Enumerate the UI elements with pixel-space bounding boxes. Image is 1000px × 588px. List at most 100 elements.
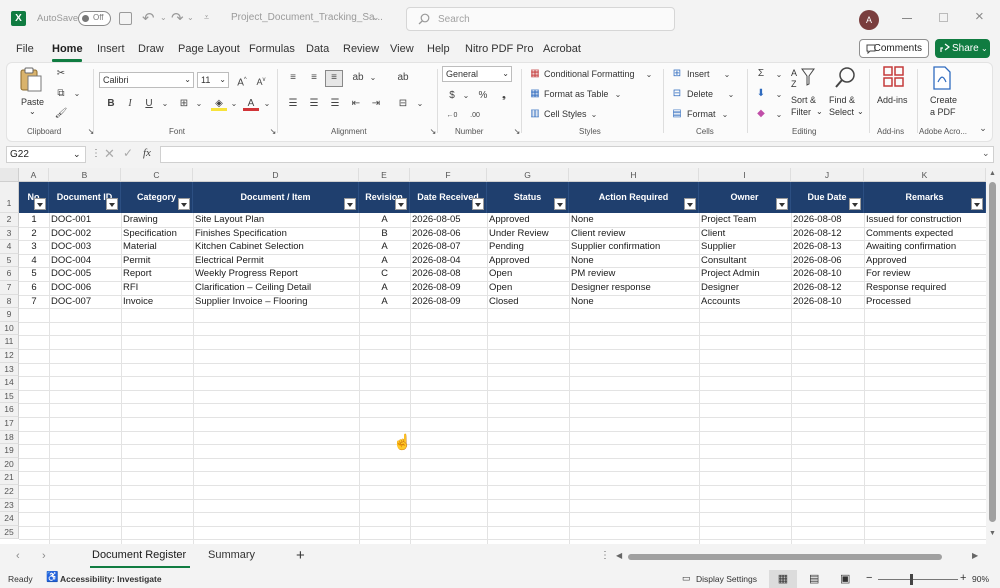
decrease-font-icon[interactable]: Av — [253, 73, 269, 87]
table-cell[interactable]: Drawing — [123, 213, 191, 227]
table-cell[interactable]: 2026-08-04 — [412, 254, 485, 268]
wrap-text-icon[interactable]: ab — [395, 71, 411, 85]
table-cell[interactable]: Project Admin — [701, 267, 789, 281]
tab-file[interactable]: File — [16, 43, 34, 55]
display-settings-button[interactable]: Display Settings — [696, 574, 757, 584]
fill-icon[interactable]: ⬇ — [753, 87, 769, 101]
sheet-tab-summary[interactable]: Summary — [208, 549, 255, 561]
table-cell[interactable]: Designer response — [571, 281, 697, 295]
underline-dropdown-icon[interactable]: ⌄ — [157, 97, 173, 111]
table-cell[interactable]: A — [361, 213, 408, 227]
insert-cells-button[interactable]: Insert — [687, 69, 710, 79]
increase-decimal-icon[interactable]: ←0 — [444, 109, 460, 123]
filter-dropdown-icon[interactable] — [776, 198, 788, 210]
table-cell[interactable]: B — [361, 227, 408, 241]
fill-color-icon[interactable]: ◈ — [211, 97, 227, 111]
find-select-button[interactable]: Find & Select ⌄ — [827, 65, 865, 121]
autosum-icon[interactable]: Σ — [753, 67, 769, 81]
name-box-dropdown-icon[interactable]: ⌄ — [73, 147, 81, 162]
undo-dropdown-icon[interactable]: ⌄ — [160, 13, 167, 22]
row-header[interactable]: 4 — [0, 240, 19, 254]
paste-button[interactable]: Paste ⌄ — [19, 67, 47, 119]
table-cell[interactable]: 2026-08-05 — [412, 213, 485, 227]
table-cell[interactable]: For review — [866, 267, 984, 281]
table-cell[interactable]: A — [361, 254, 408, 268]
row-header[interactable]: 19 — [0, 444, 19, 458]
paste-dropdown-icon[interactable]: ⌄ — [29, 107, 36, 116]
table-cell[interactable]: Accounts — [701, 295, 789, 309]
copy-icon[interactable]: ⧉ — [53, 87, 69, 101]
table-cell[interactable]: 3 — [21, 240, 47, 254]
table-cell[interactable]: DOC-006 — [51, 281, 119, 295]
table-cell[interactable]: Pending — [489, 240, 567, 254]
filter-dropdown-icon[interactable] — [395, 198, 407, 210]
sheet-tab-document-register[interactable]: Document Register — [92, 549, 186, 561]
table-cell[interactable]: Invoice — [123, 295, 191, 309]
tab-home[interactable]: Home — [52, 43, 83, 55]
increase-font-icon[interactable]: A^ — [234, 73, 250, 88]
table-cell[interactable]: Specification — [123, 227, 191, 241]
conditional-formatting-button[interactable]: Conditional Formatting — [544, 69, 635, 79]
table-cell[interactable]: 6 — [21, 281, 47, 295]
table-cell[interactable]: Comments expected — [866, 227, 984, 241]
font-color-dropdown-icon[interactable]: ⌄ — [259, 97, 275, 111]
column-header[interactable]: F — [410, 168, 487, 182]
table-cell[interactable]: Approved — [489, 213, 567, 227]
save-icon[interactable] — [119, 12, 132, 25]
row-header[interactable]: 3 — [0, 226, 19, 241]
search-box[interactable]: Search — [406, 7, 675, 31]
column-header[interactable]: H — [569, 168, 699, 182]
copy-dropdown-icon[interactable]: ⌄ — [69, 87, 85, 101]
more-options-icon[interactable]: ⋮ — [91, 148, 101, 159]
title-dropdown-icon[interactable]: ⌄ — [372, 12, 380, 23]
cell-styles-icon[interactable]: ▥ — [527, 107, 543, 121]
table-cell[interactable]: Under Review — [489, 227, 567, 241]
table-cell[interactable]: 4 — [21, 254, 47, 268]
table-cell[interactable]: Clarification – Ceiling Detail — [195, 281, 357, 295]
row-header[interactable]: 24 — [0, 512, 19, 526]
underline-button[interactable]: U — [141, 97, 157, 111]
column-header[interactable]: B — [49, 168, 121, 182]
row-header[interactable]: 18 — [0, 430, 19, 445]
align-right-icon[interactable]: ☰ — [327, 97, 343, 111]
percent-icon[interactable]: % — [475, 89, 491, 103]
row-header[interactable]: 13 — [0, 362, 19, 377]
format-dropdown-icon[interactable]: ⌄ — [717, 108, 733, 122]
format-as-table-button[interactable]: Format as Table — [544, 89, 608, 99]
table-cell[interactable]: Electrical Permit — [195, 254, 357, 268]
select-all-corner[interactable] — [0, 168, 19, 182]
avatar[interactable]: A — [859, 10, 879, 30]
row-header[interactable]: 17 — [0, 417, 19, 431]
table-cell[interactable]: C — [361, 267, 408, 281]
create-pdf-button[interactable]: Create a PDF — [922, 65, 962, 121]
cut-icon[interactable]: ✂ — [53, 67, 69, 81]
table-cell[interactable]: 2026-08-09 — [412, 295, 485, 309]
addins-button[interactable]: Add-ins — [875, 65, 913, 121]
accessibility-status[interactable]: Accessibility: Investigate — [60, 574, 162, 584]
format-cells-button[interactable]: Format — [687, 109, 716, 119]
table-cell[interactable]: DOC-001 — [51, 213, 119, 227]
row-header[interactable]: 20 — [0, 457, 19, 472]
italic-button[interactable]: I — [122, 97, 138, 111]
table-cell[interactable]: Issued for construction — [866, 213, 984, 227]
clear-icon[interactable]: ◆ — [753, 107, 769, 121]
cancel-entry-icon[interactable]: ✕ — [104, 146, 115, 162]
table-cell[interactable]: Report — [123, 267, 191, 281]
bold-button[interactable]: B — [103, 97, 119, 111]
table-cell[interactable]: 7 — [21, 295, 47, 309]
filter-dropdown-icon[interactable] — [971, 198, 983, 210]
table-cell[interactable]: PM review — [571, 267, 697, 281]
table-cell[interactable]: DOC-004 — [51, 254, 119, 268]
filter-dropdown-icon[interactable] — [34, 198, 46, 210]
table-cell[interactable]: 2026-08-08 — [793, 213, 862, 227]
share-dropdown-icon[interactable]: ⌄ — [981, 39, 988, 58]
table-cell[interactable]: 2 — [21, 227, 47, 241]
autosum-dropdown-icon[interactable]: ⌄ — [771, 68, 787, 82]
table-cell[interactable]: Kitchen Cabinet Selection — [195, 240, 357, 254]
merge-dropdown-icon[interactable]: ⌄ — [412, 97, 428, 111]
insert-cells-icon[interactable]: ⊞ — [669, 67, 685, 81]
scroll-left-icon[interactable]: ◀ — [616, 551, 622, 560]
format-table-icon[interactable]: ▦ — [527, 87, 543, 101]
confirm-entry-icon[interactable]: ✓ — [123, 146, 133, 160]
borders-icon[interactable]: ⊞ — [176, 97, 192, 111]
